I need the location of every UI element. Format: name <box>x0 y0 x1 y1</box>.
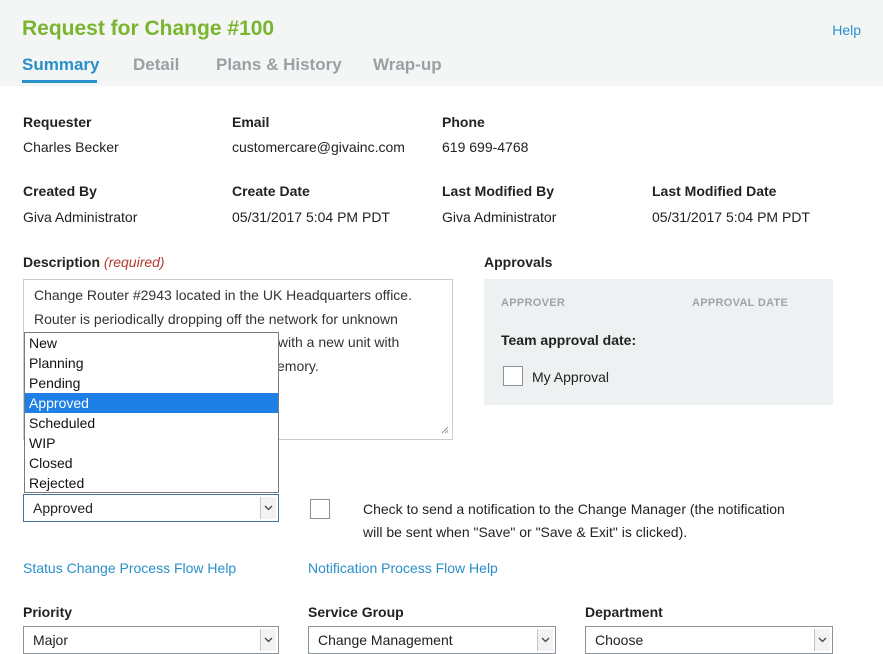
notification-text-line-1: Check to send a notification to the Chan… <box>363 501 785 517</box>
my-approval-label: My Approval <box>532 369 610 385</box>
phone-label: Phone <box>442 114 485 130</box>
department-select[interactable]: Choose <box>585 626 833 654</box>
page-title: Request for Change #100 <box>22 17 275 40</box>
created-by-value: Giva Administrator <box>23 209 138 225</box>
required-marker: (required) <box>103 254 165 270</box>
chevron-down-icon[interactable] <box>260 629 276 651</box>
notify-change-manager-checkbox[interactable] <box>310 499 330 519</box>
chevron-down-icon[interactable] <box>814 629 830 651</box>
status-option-closed[interactable]: Closed <box>25 453 278 473</box>
approvals-panel: APPROVER APPROVAL DATE Team approval dat… <box>484 279 833 405</box>
status-option-approved[interactable]: Approved <box>25 393 278 413</box>
tab-summary[interactable]: Summary <box>22 55 99 75</box>
chevron-down-icon[interactable] <box>260 497 276 519</box>
resize-grip-icon[interactable] <box>441 426 449 437</box>
description-label: Description (required) <box>23 254 165 270</box>
chevron-down-icon[interactable] <box>537 629 553 651</box>
status-select[interactable]: Approved <box>23 494 279 522</box>
last-modified-by-label: Last Modified By <box>442 183 555 199</box>
status-option-pending[interactable]: Pending <box>25 373 278 393</box>
notification-help-link[interactable]: Notification Process Flow Help <box>308 560 498 576</box>
requester-label: Requester <box>23 114 92 130</box>
priority-select-value: Major <box>33 632 69 648</box>
page-header: Request for Change #100 Help Summary Det… <box>0 0 883 86</box>
email-label: Email <box>232 114 270 130</box>
approvals-label: Approvals <box>484 254 553 270</box>
approval-date-column-header: APPROVAL DATE <box>692 297 789 309</box>
notification-description: Check to send a notification to the Chan… <box>363 498 823 544</box>
department-label: Department <box>585 604 663 620</box>
phone-value: 619 699-4768 <box>442 139 529 155</box>
service-group-select-value: Change Management <box>318 632 453 648</box>
active-tab-indicator <box>22 80 97 83</box>
email-value: customercare@givainc.com <box>232 139 405 155</box>
description-line-1: Change Router #2943 located in the UK He… <box>34 287 412 303</box>
status-change-help-link[interactable]: Status Change Process Flow Help <box>23 560 236 576</box>
priority-select[interactable]: Major <box>23 626 279 654</box>
status-dropdown-list[interactable]: New Planning Pending Approved Scheduled … <box>24 332 279 493</box>
description-line-2: Router is periodically dropping off the … <box>34 310 398 327</box>
create-date-value: 05/31/2017 5:04 PM PDT <box>232 209 390 225</box>
approver-column-header: APPROVER <box>501 297 566 309</box>
requester-value: Charles Becker <box>23 139 119 155</box>
tab-wrap-up[interactable]: Wrap-up <box>373 55 442 75</box>
description-label-text: Description <box>23 254 101 270</box>
last-modified-by-value: Giva Administrator <box>442 209 557 225</box>
status-option-rejected[interactable]: Rejected <box>25 473 278 493</box>
status-option-new[interactable]: New <box>25 333 278 353</box>
last-modified-date-label: Last Modified Date <box>652 183 777 199</box>
my-approval-checkbox[interactable] <box>503 366 523 386</box>
service-group-label: Service Group <box>308 604 404 620</box>
service-group-select[interactable]: Change Management <box>308 626 556 654</box>
tab-detail[interactable]: Detail <box>133 55 179 75</box>
status-select-value: Approved <box>33 500 93 516</box>
priority-label: Priority <box>23 604 73 620</box>
last-modified-date-value: 05/31/2017 5:04 PM PDT <box>652 209 810 225</box>
create-date-label: Create Date <box>232 183 310 199</box>
created-by-label: Created By <box>23 183 97 199</box>
help-link[interactable]: Help <box>832 22 861 38</box>
status-option-wip[interactable]: WIP <box>25 433 278 453</box>
notification-text-line-2: will be sent when "Save" or "Save & Exit… <box>363 524 688 540</box>
tab-plans-history[interactable]: Plans & History <box>216 55 342 75</box>
department-select-value: Choose <box>595 632 644 648</box>
team-approval-date-label: Team approval date: <box>501 332 637 348</box>
status-option-planning[interactable]: Planning <box>25 353 278 373</box>
status-option-scheduled[interactable]: Scheduled <box>25 413 278 433</box>
